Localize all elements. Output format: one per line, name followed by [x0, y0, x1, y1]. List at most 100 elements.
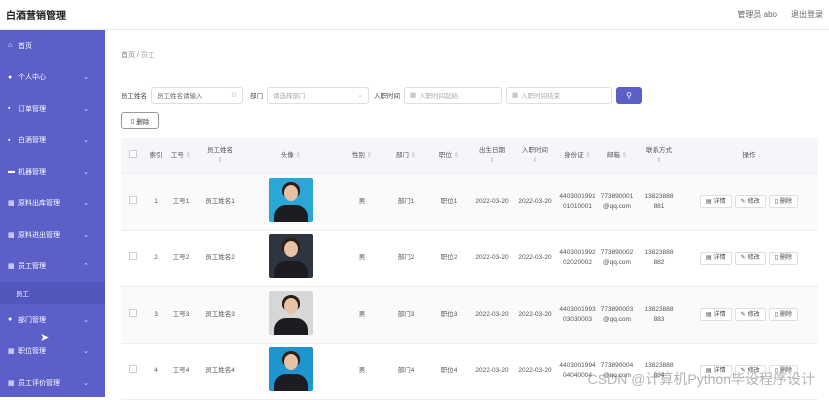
cell-avatar [245, 178, 337, 226]
sidebar-item-label: 订单管理 [18, 104, 46, 114]
delete-button[interactable]: ▯ 删除 [121, 112, 159, 129]
cell-phone: 13823888881 [638, 192, 680, 212]
grid-icon: ▦ [8, 347, 18, 355]
sidebar-item[interactable]: ▦员工评价管理⌄ [0, 367, 105, 397]
cell-mail: 773890001@qq.com [596, 192, 638, 212]
sidebar-item[interactable]: ▦原料进出管理⌄ [0, 219, 105, 251]
header-head[interactable]: 头像 ⇕ [245, 151, 337, 161]
cell-join: 2022-03-20 [511, 253, 559, 263]
sidebar: ⌂首页●个人中心⌄▪订单管理⌄▪白酒管理⌄▬机器管理⌄▦原料出库管理⌄▦原料进出… [0, 30, 105, 397]
header-no[interactable]: 工号 ⇕ [167, 151, 195, 161]
cell-birth: 2022-03-20 [473, 197, 511, 207]
sidebar-item[interactable]: ●部门管理⌄ [0, 304, 105, 336]
avatar[interactable] [269, 234, 313, 278]
sidebar-item[interactable]: ▦原料出库管理⌄ [0, 188, 105, 220]
cell-no: 工号2 [167, 253, 195, 263]
header-phone[interactable]: 联系方式⇕ [638, 146, 680, 166]
clear-circle-icon: ⊙ [231, 91, 237, 99]
name-filter-input[interactable]: 员工姓名请输入 ⊙ [151, 87, 243, 104]
sidebar-item-label: 首页 [18, 41, 32, 51]
sidebar-item[interactable]: ●个人中心⌄ [0, 62, 105, 94]
top-bar-right: 管理员 abo 退出登录 [737, 9, 823, 20]
search-button[interactable]: ⚲ [616, 87, 642, 104]
breadcrumb-current: 员工 [141, 52, 155, 59]
sidebar-item-label: 机器管理 [18, 167, 46, 177]
cell-id: 440300199202020002 [559, 248, 596, 268]
row-delete-button[interactable]: ▯删除 [769, 195, 798, 208]
detail-button[interactable]: ▤详情 [700, 195, 732, 208]
detail-icon: ▤ [706, 197, 712, 207]
dept-filter-select[interactable]: 请选择部门 ⌄ [267, 87, 369, 104]
watermark: CSDN @计算机Python毕设程序设计 [588, 369, 815, 389]
home-icon: ⌂ [8, 42, 18, 49]
row-delete-button[interactable]: ▯删除 [769, 252, 798, 265]
cell-index: 2 [145, 253, 167, 263]
employee-table: 索引 工号 ⇕ 员工姓名⇕ 头像 ⇕ 性别 ⇕ 部门 ⇕ 职位 ⇕ 出生日期⇕ … [121, 138, 818, 400]
header-sex[interactable]: 性别 ⇕ [337, 151, 387, 161]
select-all-checkbox[interactable] [129, 150, 137, 158]
chevron-down-icon: ⌄ [357, 91, 363, 99]
cell-mail: 773890003@qq.com [596, 305, 638, 325]
date-end-input[interactable]: ▦ 入职时间结束 [506, 87, 612, 104]
sidebar-item-label: 白酒管理 [18, 135, 46, 145]
trash-icon: ▯ [775, 197, 778, 207]
sidebar-item[interactable]: ▦员工管理⌃ [0, 251, 105, 283]
cell-name: 员工姓名1 [195, 197, 245, 207]
header-name[interactable]: 员工姓名⇕ [195, 146, 245, 166]
breadcrumb: 首页 / 员工 [121, 50, 155, 60]
cell-name: 员工姓名2 [195, 253, 245, 263]
logout-link[interactable]: 退出登录 [791, 9, 823, 20]
row-checkbox[interactable] [129, 309, 137, 317]
sidebar-item-label: 员工评价管理 [18, 378, 60, 388]
cell-avatar [245, 234, 337, 282]
sidebar-item[interactable]: ⌂首页 [0, 30, 105, 62]
calendar-icon: ▦ [512, 91, 518, 99]
cell-sex: 男 [337, 253, 387, 263]
sidebar-item[interactable]: ▪白酒管理⌄ [0, 125, 105, 157]
sidebar-item[interactable]: ▪订单管理 ⌄ [0, 93, 105, 125]
chevron-icon: ⌃ [83, 262, 89, 270]
lock-icon: ▪ [8, 137, 18, 144]
header-dept[interactable]: 部门 ⇕ [387, 151, 425, 161]
cell-dept: 部门4 [387, 366, 425, 376]
breadcrumb-home[interactable]: 首页 [121, 52, 135, 59]
detail-button[interactable]: ▤详情 [700, 308, 732, 321]
sidebar-subitem-employee[interactable]: 员工 [0, 282, 105, 304]
header-mail[interactable]: 邮箱 ⇕ [596, 151, 638, 161]
date-start-input[interactable]: ▦ 入职时间起始 [404, 87, 502, 104]
detail-button[interactable]: ▤详情 [700, 252, 732, 265]
header-join[interactable]: 入职时间⇕ [511, 146, 559, 166]
cell-index: 3 [145, 310, 167, 320]
chevron-icon: ⌄ [83, 73, 89, 81]
edit-button[interactable]: ✎修改 [735, 195, 766, 208]
chevron-icon: ⌄ [83, 199, 89, 207]
avatar[interactable] [269, 178, 313, 222]
cell-ops: ▤详情 ✎修改 ▯删除 [680, 308, 818, 321]
row-checkbox[interactable] [129, 196, 137, 204]
edit-icon: ✎ [741, 253, 746, 263]
cell-phone: 13823888883 [638, 305, 680, 325]
header-pos[interactable]: 职位 ⇕ [425, 151, 473, 161]
lock-icon: ▪ [8, 105, 18, 112]
cell-no: 工号4 [167, 366, 195, 376]
cell-join: 2022-03-20 [511, 310, 559, 320]
sidebar-item-label: 员工管理 [18, 261, 46, 271]
header-id[interactable]: 身份证 ⇕ [559, 151, 596, 161]
edit-icon: ✎ [741, 310, 746, 320]
avatar[interactable] [269, 347, 313, 391]
sidebar-item[interactable]: ▦职位管理⌄ [0, 336, 105, 368]
edit-button[interactable]: ✎修改 [735, 252, 766, 265]
cell-birth: 2022-03-20 [473, 253, 511, 263]
cell-sex: 男 [337, 366, 387, 376]
edit-button[interactable]: ✎修改 [735, 308, 766, 321]
header-birth[interactable]: 出生日期⇕ [473, 146, 511, 166]
sidebar-item-label: 个人中心 [18, 72, 46, 82]
row-delete-button[interactable]: ▯删除 [769, 308, 798, 321]
row-checkbox[interactable] [129, 365, 137, 373]
dept-filter-label: 部门 [250, 90, 263, 100]
cell-avatar [245, 291, 337, 339]
sidebar-item[interactable]: ▬机器管理⌄ [0, 156, 105, 188]
row-checkbox[interactable] [129, 252, 137, 260]
chevron-icon: ⌄ [83, 105, 89, 113]
avatar[interactable] [269, 291, 313, 335]
